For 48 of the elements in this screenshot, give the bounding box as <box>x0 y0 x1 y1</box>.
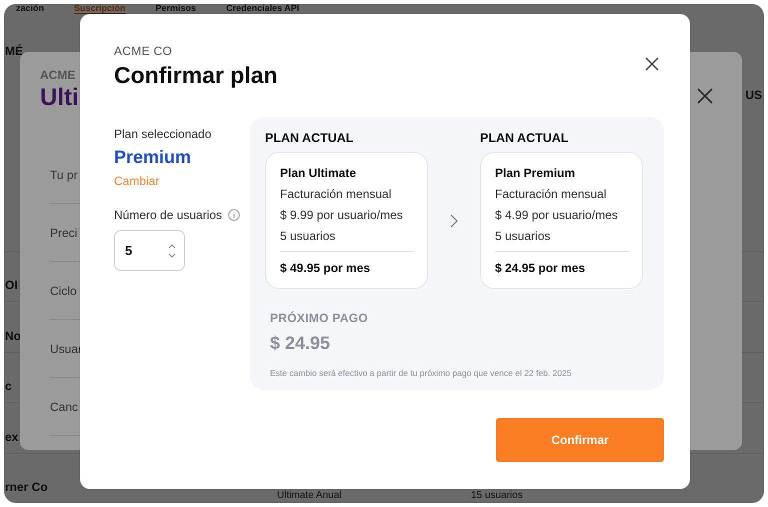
table-cell: rner Co <box>5 480 48 494</box>
decrement-icon[interactable] <box>168 252 176 258</box>
next-payment-amount: $ 24.95 <box>270 333 332 354</box>
billing-text: Facturación mensual <box>280 187 392 201</box>
field-label: Número de usuarios <box>114 208 222 222</box>
plan-heading: PLAN ACTUAL <box>480 131 570 145</box>
row-label: Usuar <box>50 342 82 356</box>
plan-name: Plan Premium <box>495 166 576 180</box>
billing-text: Facturación mensual <box>495 187 608 201</box>
plan-name: Plan Ultimate <box>280 166 358 180</box>
column-header: US <box>745 88 762 102</box>
plan-heading: PLAN ACTUAL <box>265 131 354 145</box>
row-label: Ciclo <box>50 284 77 298</box>
users-number-field[interactable]: 5 <box>114 230 185 271</box>
table-cell-text: 15 usuarios <box>471 490 524 502</box>
change-note: Este cambio será efectivo a partir de tu próximo pago que vence el 22 feb. 2025 <box>270 368 572 378</box>
table-cell: OI <box>5 278 18 292</box>
table-cell: No <box>5 328 21 343</box>
close-icon[interactable] <box>644 56 660 72</box>
row-label: Canc <box>50 400 78 414</box>
dialog-title: Ulti <box>40 84 79 112</box>
chevron-right-icon <box>450 214 458 228</box>
company-name: ACME <box>40 68 76 82</box>
info-icon[interactable] <box>228 209 240 221</box>
change-link[interactable]: Cambiar <box>114 174 240 188</box>
row-label: Tu pr <box>50 168 78 182</box>
row-label: Preci <box>50 226 78 240</box>
user-count: 5 usuarios <box>495 229 552 243</box>
plan-total: $ 49.95 por mes <box>280 261 372 275</box>
field-label: Plan seleccionado <box>114 127 212 141</box>
close-icon[interactable] <box>696 87 714 105</box>
table-cell-text: Ultimate Anual <box>277 490 342 502</box>
increment-icon[interactable] <box>168 244 176 248</box>
plan-total: $ 24.95 por mes <box>495 261 586 275</box>
background-tab[interactable]: Credenciales API <box>226 4 300 14</box>
column-header: MÉ <box>5 44 23 60</box>
background-tab[interactable]: zación <box>16 4 44 14</box>
user-count: 5 usuarios <box>280 229 336 243</box>
background-tab[interactable]: Permisos <box>156 4 196 14</box>
company-name: ACME CO <box>114 44 174 58</box>
table-cell: ex <box>5 430 18 444</box>
dialog-title: Confirmar plan <box>114 62 278 89</box>
table-cell: c <box>5 379 12 394</box>
unit-price: $ 4.99 por usuario/mes <box>495 208 619 222</box>
confirm-button[interactable]: Confirmar <box>496 418 664 462</box>
unit-price: $ 9.99 por usuario/mes <box>280 208 404 222</box>
selected-plan: Premium <box>114 147 192 168</box>
next-payment-label: PRÓXIMO PAGO <box>270 311 370 325</box>
